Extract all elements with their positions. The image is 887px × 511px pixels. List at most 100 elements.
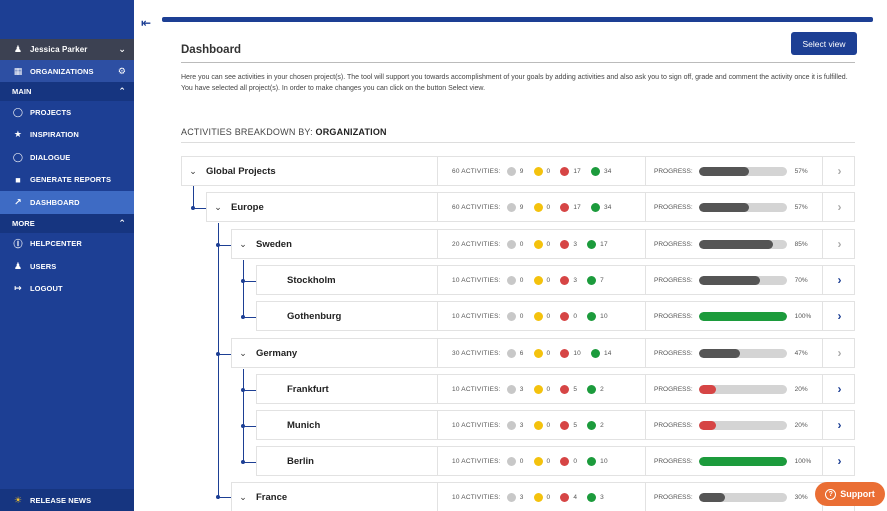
status-count: 4 <box>573 493 578 501</box>
tree-connector <box>243 281 257 282</box>
grey-dot-icon <box>506 239 516 249</box>
chevron-down-icon[interactable]: ⌄ <box>211 202 225 213</box>
green-dot-icon <box>587 492 597 502</box>
sidebar-item-projects[interactable]: ◯ PROJECTS <box>0 101 134 124</box>
sidebar-item-organizations[interactable]: ▦ ORGANIZATIONS ⚙ <box>0 60 134 82</box>
chevron-down-icon[interactable]: ⌄ <box>186 166 200 177</box>
support-button[interactable]: ? Support <box>815 482 885 506</box>
row-open-arrow[interactable]: › <box>822 302 856 330</box>
tree-row-sweden[interactable]: ⌄ Sweden 20 ACTIVITIES: 0 0 3 17 PROGRES… <box>231 229 855 259</box>
tree-row-berlin[interactable]: Berlin 10 ACTIVITIES: 0 0 0 10 PROGRESS:… <box>256 446 855 476</box>
activities-summary: 30 ACTIVITIES: 6 0 10 14 <box>437 339 645 367</box>
progress-label: PROGRESS: <box>654 240 693 248</box>
row-open-arrow[interactable]: › <box>822 447 856 475</box>
tree-row-germany[interactable]: ⌄ Germany 30 ACTIVITIES: 6 0 10 14 PROGR… <box>231 338 855 368</box>
yellow-dot-icon <box>533 202 543 212</box>
tree-row-gothenburg[interactable]: Gothenburg 10 ACTIVITIES: 0 0 0 10 PROGR… <box>256 301 855 331</box>
chevron-right-icon: › <box>837 418 842 432</box>
report-icon: ■ <box>15 174 21 185</box>
sidebar-item-dashboard[interactable]: ↗ DASHBOARD <box>0 191 134 214</box>
grey-dot-icon <box>506 348 516 358</box>
sidebar-item-inspiration[interactable]: ★ INSPIRATION <box>0 124 134 147</box>
user-icon: ♟ <box>13 44 23 54</box>
red-dot-icon <box>560 202 570 212</box>
row-open-arrow[interactable]: › <box>822 375 856 403</box>
tree-row-france[interactable]: ⌄ France 10 ACTIVITIES: 3 0 4 3 PROGRESS… <box>231 482 855 511</box>
status-not-started: 3 <box>506 384 524 394</box>
gear-icon[interactable]: ⚙ <box>118 66 126 77</box>
row-open-arrow[interactable]: › <box>822 266 856 294</box>
progress-label: PROGRESS: <box>654 203 693 211</box>
tree-row-stockholm[interactable]: Stockholm 10 ACTIVITIES: 0 0 3 7 PROGRES… <box>256 265 855 295</box>
breakdown-heading: ACTIVITIES BREAKDOWN BY: ORGANIZATION <box>181 127 387 137</box>
activities-count: 10 ACTIVITIES: <box>452 457 501 465</box>
user-menu[interactable]: ♟ Jessica Parker ⌄ <box>0 39 134 60</box>
activities-summary: 10 ACTIVITIES: 0 0 3 7 <box>437 266 645 294</box>
tree-row-global-projects[interactable]: ⌄ Global Projects 60 ACTIVITIES: 9 0 17 … <box>181 156 855 186</box>
progress-bar <box>698 492 787 502</box>
collapse-sidebar-icon[interactable]: ⇤ <box>141 16 151 30</box>
green-dot-icon <box>587 275 597 285</box>
section-main-toggle[interactable]: MAIN ⌃ <box>0 82 134 101</box>
chevron-down-icon[interactable]: ⌄ <box>236 492 250 503</box>
status-not-started: 9 <box>506 166 524 176</box>
row-name: Stockholm <box>287 274 336 286</box>
tree-connector <box>193 186 194 208</box>
progress-percent: 70% <box>794 276 808 284</box>
row-open-arrow[interactable]: › <box>822 411 856 439</box>
status-in-progress: 0 <box>533 384 551 394</box>
section-more-toggle[interactable]: MORE ⌃ <box>0 213 134 233</box>
sidebar-item-dialogue[interactable]: ◯ DIALOGUE <box>0 146 134 169</box>
tree-connector <box>243 317 257 318</box>
sidebar-item-helpcenter[interactable]: ⓘ HELPCENTER <box>0 233 134 256</box>
status-overdue: 3 <box>560 239 577 249</box>
status-in-progress: 0 <box>533 275 551 285</box>
row-name: Sweden <box>256 238 292 250</box>
status-not-started: 3 <box>506 420 524 430</box>
tree-row-europe[interactable]: ⌄ Europe 60 ACTIVITIES: 9 0 17 34 PROGRE… <box>206 192 855 222</box>
sidebar-item-label: PROJECTS <box>30 107 72 117</box>
status-count: 0 <box>519 457 524 465</box>
status-count: 0 <box>519 312 524 320</box>
row-name: Europe <box>231 201 264 213</box>
row-name: Germany <box>256 347 298 359</box>
grey-dot-icon <box>506 311 516 321</box>
progress-bar <box>698 420 787 430</box>
select-view-button[interactable]: Select view <box>791 32 857 55</box>
row-open-arrow[interactable]: › <box>822 230 856 258</box>
green-dot-icon <box>587 384 597 394</box>
status-overdue: 0 <box>560 456 577 466</box>
row-open-arrow[interactable]: › <box>822 193 856 221</box>
row-open-arrow[interactable]: › <box>822 339 856 367</box>
progress-cell: PROGRESS: 85% <box>645 230 822 258</box>
tree-node-dot <box>216 243 220 247</box>
sidebar-item-release-news[interactable]: ☀ RELEASE NEWS <box>0 489 134 511</box>
tree-row-munich[interactable]: Munich 10 ACTIVITIES: 3 0 5 2 PROGRESS: … <box>256 410 855 440</box>
progress-label: PROGRESS: <box>654 493 693 501</box>
sidebar-item-generate-reports[interactable]: ■ GENERATE REPORTS <box>0 169 134 192</box>
tree-node-dot <box>216 352 220 356</box>
sidebar-item-logout[interactable]: ↦ LOGOUT <box>0 278 134 301</box>
sidebar-item-users[interactable]: ♟ USERS <box>0 255 134 278</box>
yellow-dot-icon <box>533 311 543 321</box>
status-in-progress: 0 <box>533 202 551 212</box>
activities-count: 30 ACTIVITIES: <box>452 349 501 357</box>
chevron-down-icon[interactable]: ⌄ <box>236 239 250 250</box>
sidebar-item-label: INSPIRATION <box>30 130 79 140</box>
tree-node-dot <box>241 460 245 464</box>
chevron-down-icon[interactable]: ⌄ <box>236 348 250 359</box>
progress-bar <box>698 239 787 249</box>
status-count: 2 <box>600 421 604 429</box>
activities-count: 10 ACTIVITIES: <box>452 385 501 393</box>
activities-summary: 10 ACTIVITIES: 0 0 0 10 <box>437 302 645 330</box>
green-dot-icon <box>587 239 597 249</box>
progress-fill <box>698 275 761 285</box>
row-open-arrow[interactable]: › <box>822 157 856 185</box>
sidebar-item-label: DIALOGUE <box>30 152 71 162</box>
status-count: 9 <box>519 167 524 175</box>
tree-connector <box>218 354 232 355</box>
tree-row-frankfurt[interactable]: Frankfurt 10 ACTIVITIES: 3 0 5 2 PROGRES… <box>256 374 855 404</box>
help-icon: ? <box>825 488 837 500</box>
status-in-progress: 0 <box>533 492 551 502</box>
status-count: 0 <box>546 203 551 211</box>
